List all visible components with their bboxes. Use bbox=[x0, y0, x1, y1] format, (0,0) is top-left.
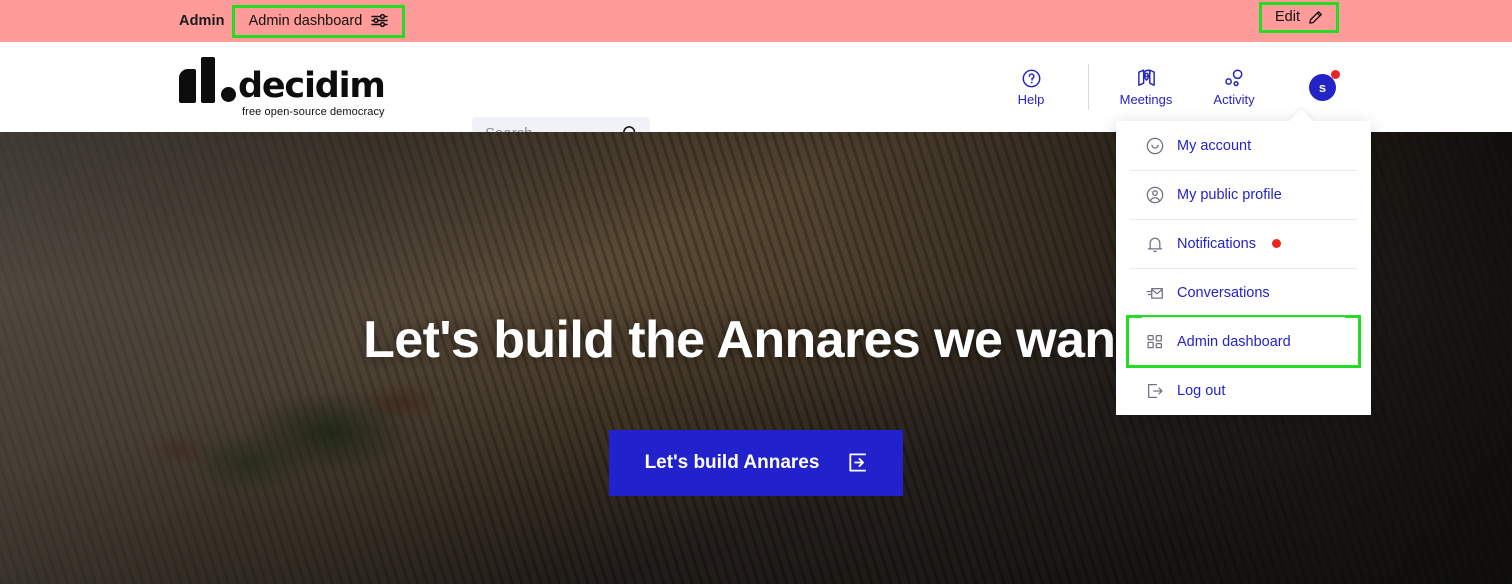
menu-item-admin-dashboard[interactable]: Admin dashboard bbox=[1126, 315, 1361, 368]
menu-item-conversations-label: Conversations bbox=[1177, 284, 1270, 301]
mail-send-icon bbox=[1145, 283, 1165, 303]
nav-item-help[interactable]: Help bbox=[1000, 68, 1062, 107]
page-root: Admin Admin dashboard Edit decidim free … bbox=[0, 0, 1512, 584]
logo-bar-left-icon bbox=[179, 68, 196, 103]
header-divider bbox=[1088, 64, 1089, 110]
menu-item-log-out[interactable]: Log out bbox=[1116, 366, 1371, 415]
nav-item-activity-label: Activity bbox=[1213, 91, 1255, 107]
nav-item-help-label: Help bbox=[1017, 91, 1045, 107]
lets-build-button[interactable]: Let's build Annares bbox=[608, 430, 904, 496]
menu-item-notifications-label: Notifications bbox=[1177, 235, 1256, 252]
question-circle-icon bbox=[1021, 68, 1042, 89]
header-nav: Help Meetings Activity s bbox=[1000, 42, 1512, 132]
lets-build-button-label: Let's build Annares bbox=[644, 451, 820, 473]
hero-title: Let's build the Annares we want! bbox=[363, 311, 1149, 369]
logo-tagline: free open-source democracy bbox=[242, 105, 385, 118]
smiley-circle-icon bbox=[1145, 136, 1165, 156]
logout-icon bbox=[1145, 381, 1165, 401]
bubbles-icon bbox=[1223, 68, 1245, 89]
grid-dashboard-icon bbox=[1145, 332, 1165, 352]
menu-item-my-account-label: My account bbox=[1177, 137, 1252, 154]
menu-item-log-out-label: Log out bbox=[1177, 382, 1226, 399]
nav-item-meetings-label: Meetings bbox=[1119, 92, 1173, 107]
avatar-notification-dot-icon bbox=[1331, 69, 1340, 79]
menu-item-notifications[interactable]: Notifications bbox=[1116, 219, 1371, 268]
logo-dot-icon bbox=[221, 86, 236, 102]
nav-item-meetings[interactable]: Meetings bbox=[1115, 67, 1177, 107]
admin-bar: Admin Admin dashboard Edit bbox=[0, 0, 1512, 42]
menu-item-my-account[interactable]: My account bbox=[1116, 121, 1371, 170]
edit-button[interactable]: Edit bbox=[1259, 2, 1339, 33]
site-header: decidim free open-source democracy Searc… bbox=[0, 42, 1512, 150]
nav-item-activity[interactable]: Activity bbox=[1203, 68, 1265, 107]
edit-button-label: Edit bbox=[1275, 9, 1300, 25]
login-box-icon bbox=[846, 451, 869, 474]
avatar[interactable]: s bbox=[1309, 69, 1340, 101]
menu-item-my-public-profile[interactable]: My public profile bbox=[1116, 170, 1371, 219]
admin-label: Admin bbox=[179, 13, 225, 29]
menu-item-admin-dashboard-label: Admin dashboard bbox=[1177, 333, 1291, 350]
map-pin-icon bbox=[1135, 67, 1158, 89]
user-menu: My account My public profile Notificatio… bbox=[1116, 121, 1371, 415]
menu-item-my-public-profile-label: My public profile bbox=[1177, 186, 1282, 203]
admin-bar-left-group: Admin Admin dashboard bbox=[179, 4, 406, 38]
dropdown-pointer bbox=[1288, 109, 1314, 122]
menu-item-conversations[interactable]: Conversations bbox=[1116, 268, 1371, 317]
logo-marks: decidim bbox=[179, 56, 386, 106]
admin-dashboard-button-label: Admin dashboard bbox=[248, 12, 363, 29]
logo-wordmark: decidim bbox=[238, 65, 386, 106]
notifications-badge-dot-icon bbox=[1271, 239, 1281, 248]
person-circle-icon bbox=[1145, 185, 1165, 205]
logo-bar-right-icon bbox=[201, 56, 215, 103]
admin-dashboard-button[interactable]: Admin dashboard bbox=[231, 4, 406, 38]
decidim-logo[interactable]: decidim free open-source democracy bbox=[179, 56, 386, 118]
pencil-icon bbox=[1308, 10, 1323, 25]
sliders-icon bbox=[371, 13, 389, 28]
bell-icon bbox=[1145, 234, 1165, 254]
